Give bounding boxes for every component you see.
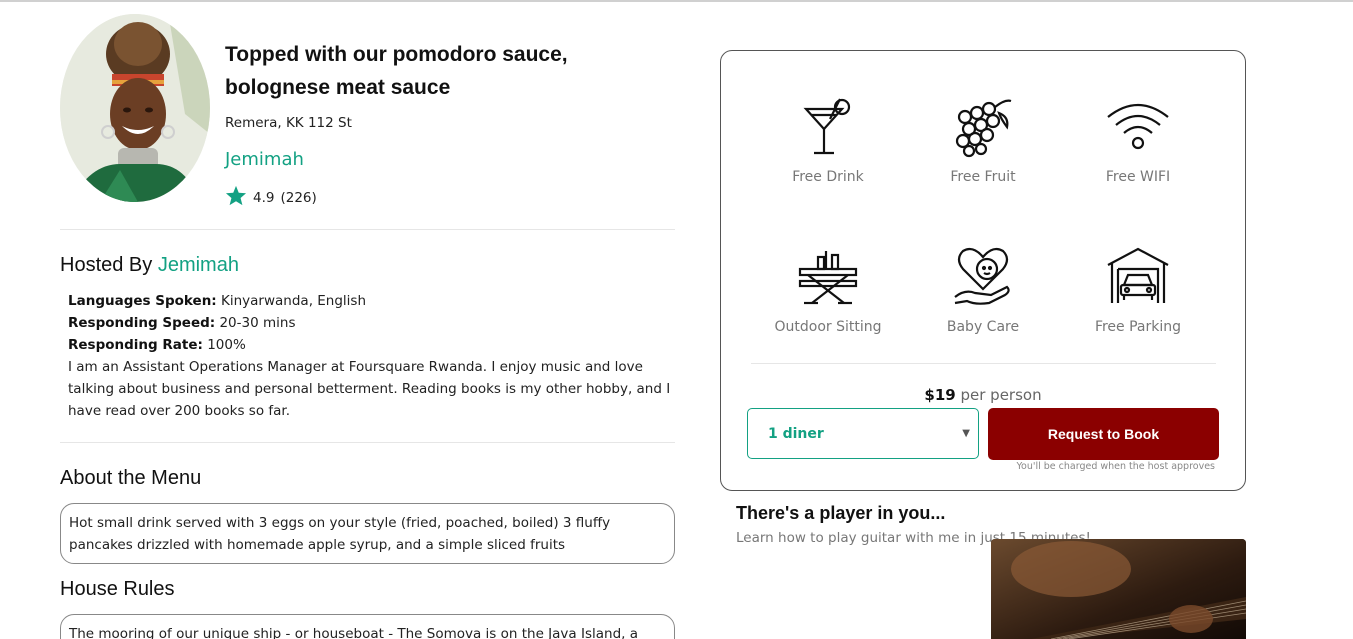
speed-label: Responding Speed: [68,315,216,331]
wifi-icon [1063,95,1213,159]
price-suffix: per person [955,386,1042,404]
amenity-label: Outdoor Sitting [774,319,882,335]
diner-select-value: 1 diner [768,425,824,442]
amenity-free-drink: Free Drink [753,95,903,185]
amenity-free-wifi: Free WIFI [1063,95,1213,185]
cocktail-icon [753,95,903,159]
baby-care-icon [908,245,1058,309]
divider [60,229,675,230]
promo-title: There's a player in you... [736,503,946,523]
amenity-baby-care: Baby Care [908,245,1058,335]
amenity-label: Free Parking [1094,319,1182,335]
amenity-label: Free Fruit [950,169,1016,185]
languages-value: Kinyarwanda, English [216,293,367,309]
menu-description: Hot small drink served with 3 eggs on yo… [60,503,675,564]
top-border [0,0,1353,2]
amenity-free-fruit: Free Fruit [908,95,1058,185]
rate-label: Responding Rate: [68,337,203,353]
star-icon [225,185,247,210]
charge-note: You'll be charged when the host approves [1016,461,1215,472]
rules-heading: House Rules [60,578,175,600]
picnic-table-icon [753,245,903,309]
rating-value: 4.9 [253,189,275,206]
diner-select[interactable]: 1 diner ▼ [747,408,979,459]
host-bio: I am an Assistant Operations Manager at … [68,359,671,419]
hosted-by-prefix: Hosted By [60,254,158,276]
amenity-label: Free WIFI [1105,169,1171,185]
rules-description: The mooring of our unique ship - or hous… [60,614,675,639]
divider [60,442,675,443]
experience-title: Topped with our pomodoro sauce, bolognes… [225,43,568,99]
chevron-down-icon: ▼ [962,428,970,439]
host-name-link[interactable]: Jemimah [225,149,304,170]
experience-address: Remera, KK 112 St [225,115,352,131]
menu-heading: About the Menu [60,467,202,489]
garage-icon [1063,245,1213,309]
price-amount: $19 [924,386,956,404]
hosted-by-heading: Hosted By Jemimah [60,254,239,277]
experience-header: Topped with our pomodoro sauce, bolognes… [60,14,675,230]
guitar-video-thumbnail[interactable] [991,539,1246,639]
divider [751,363,1216,364]
rating: 4.9 (226) [225,185,317,210]
rate-row: Responding Rate: 100% [68,334,678,356]
speed-row: Responding Speed: 20-30 mins [68,312,678,334]
amenity-label: Free Drink [792,169,864,185]
languages-row: Languages Spoken: Kinyarwanda, English [68,290,678,312]
amenity-free-parking: Free Parking [1063,245,1213,335]
speed-value: 20-30 mins [215,315,296,331]
review-count: (226) [280,189,317,206]
amenity-label: Baby Care [946,319,1020,335]
host-details: Languages Spoken: Kinyarwanda, English R… [68,290,678,422]
price: $19 per person [721,386,1245,404]
request-to-book-button[interactable]: Request to Book [988,408,1219,460]
host-avatar[interactable] [60,14,210,202]
hosted-by-host-link[interactable]: Jemimah [158,254,239,276]
amenity-outdoor-sitting: Outdoor Sitting [753,245,903,335]
languages-label: Languages Spoken: [68,293,217,309]
grapes-icon [908,95,1058,159]
rate-value: 100% [202,337,246,353]
booking-card: Free Drink Free Fruit Free WIFI Outdoor … [720,50,1246,491]
